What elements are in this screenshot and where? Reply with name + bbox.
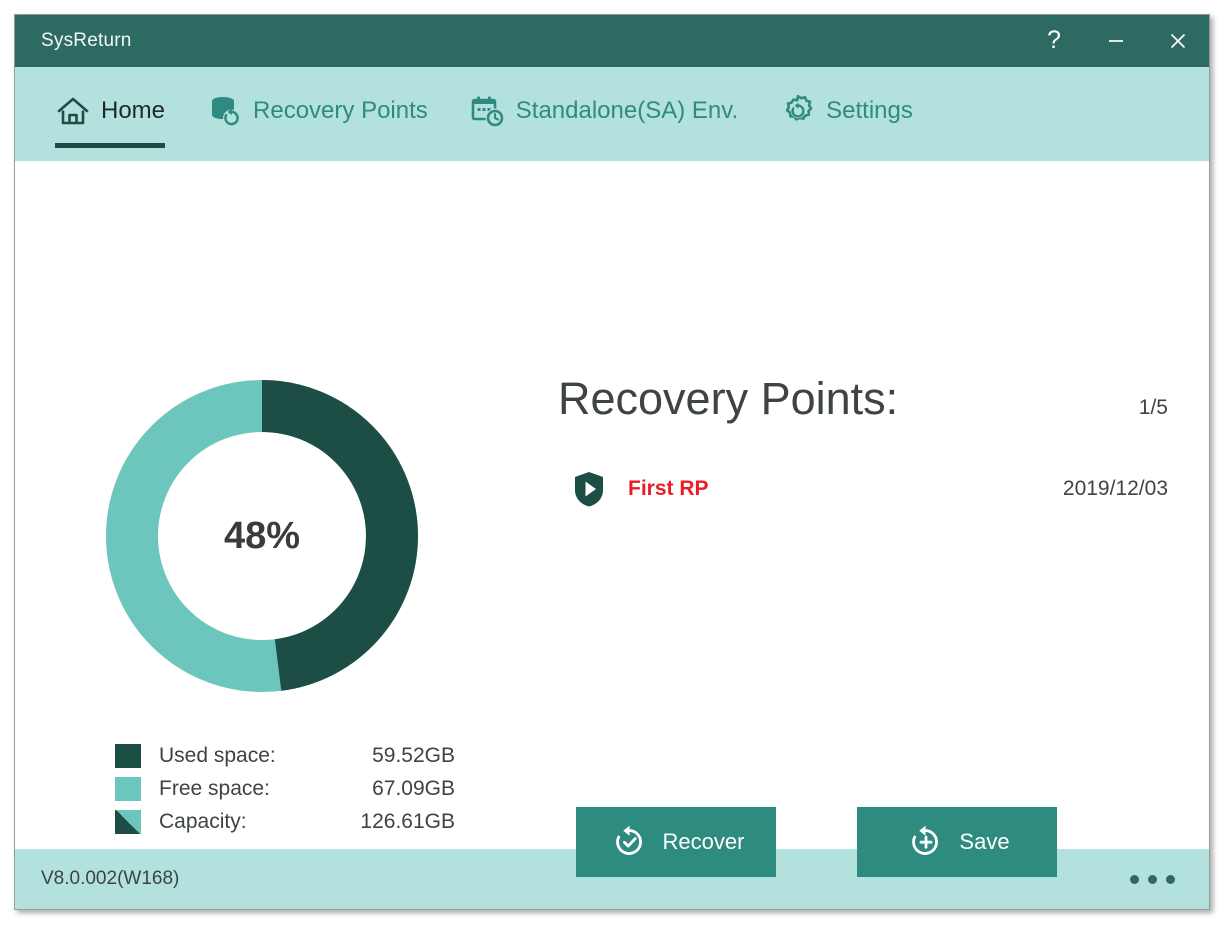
- nav-item-settings[interactable]: Settings: [776, 76, 951, 146]
- legend-swatch-capacity: [115, 809, 141, 834]
- minimize-icon[interactable]: [1085, 15, 1147, 67]
- help-icon[interactable]: ?: [1023, 14, 1085, 68]
- title-bar: SysReturn ?: [15, 15, 1209, 67]
- nav-label-settings: Settings: [826, 97, 913, 124]
- nav-label-standalone-env: Standalone(SA) Env.: [515, 97, 739, 124]
- version-label: V8.0.002(W168): [41, 868, 180, 889]
- more-options-icon[interactable]: [1126, 867, 1179, 892]
- disk-usage-percent: 48%: [223, 514, 301, 557]
- shield-play-icon: [571, 470, 611, 508]
- action-buttons: Recover Save: [576, 807, 1057, 877]
- dot: [1148, 874, 1157, 884]
- disk-usage-legend: Used space: 59.52GB Free space: 67.09GB …: [115, 739, 455, 838]
- recover-button-label: Recover: [662, 829, 745, 854]
- nav-item-standalone-env[interactable]: Standalone(SA) Env.: [466, 76, 776, 146]
- recovery-point-date: 2019/12/03: [1062, 477, 1168, 500]
- home-icon: [51, 89, 95, 133]
- main-content: 48% Used space: 59.52GB Free space: 67.0…: [15, 161, 1209, 877]
- nav-label-recovery-points: Recovery Points: [253, 97, 428, 124]
- application-window: SysReturn ? Home Recovery Points Standal…: [14, 14, 1210, 910]
- nav-label-home: Home: [101, 97, 166, 124]
- gear-reset-icon: [776, 89, 820, 133]
- list-item[interactable]: First RP 2019/12/03: [571, 466, 1168, 512]
- main-navigation: Home Recovery Points Standalone(SA) Env.…: [15, 67, 1209, 161]
- calendar-clock-icon: [466, 89, 510, 133]
- recovery-point-name: First RP: [628, 477, 709, 500]
- recovery-points-count: 1/5: [1138, 396, 1168, 419]
- restore-plus-icon: [904, 821, 946, 863]
- dot: [1166, 874, 1175, 884]
- legend-value-free: 67.09GB: [372, 776, 455, 800]
- nav-item-home[interactable]: Home: [51, 76, 203, 148]
- dot: [1130, 874, 1139, 884]
- legend-swatch-free: [115, 776, 141, 801]
- legend-row-free: Free space: 67.09GB: [115, 772, 455, 805]
- database-restore-icon: [203, 89, 247, 133]
- legend-row-capacity: Capacity: 126.61GB: [115, 805, 455, 838]
- window-controls: ?: [1023, 15, 1209, 67]
- close-icon[interactable]: [1147, 15, 1209, 67]
- save-button[interactable]: Save: [857, 807, 1057, 877]
- legend-label-free: Free space:: [159, 776, 270, 800]
- save-button-label: Save: [959, 829, 1010, 854]
- app-title: SysReturn: [41, 30, 132, 51]
- legend-swatch-used: [115, 743, 141, 768]
- recovery-points-list: First RP 2019/12/03: [571, 466, 1168, 512]
- page-title: Recovery Points:: [558, 373, 899, 424]
- recovery-points-header: Recovery Points: 1/5: [558, 373, 1168, 425]
- legend-label-capacity: Capacity:: [159, 809, 247, 833]
- restore-check-icon: [608, 821, 650, 863]
- disk-usage-donut-chart: 48%: [94, 368, 430, 704]
- recover-button[interactable]: Recover: [576, 807, 776, 877]
- legend-value-capacity: 126.61GB: [360, 809, 455, 833]
- legend-value-used: 59.52GB: [372, 743, 455, 767]
- legend-row-used: Used space: 59.52GB: [115, 739, 455, 772]
- nav-item-recovery-points[interactable]: Recovery Points: [203, 76, 466, 146]
- legend-label-used: Used space:: [159, 743, 276, 767]
